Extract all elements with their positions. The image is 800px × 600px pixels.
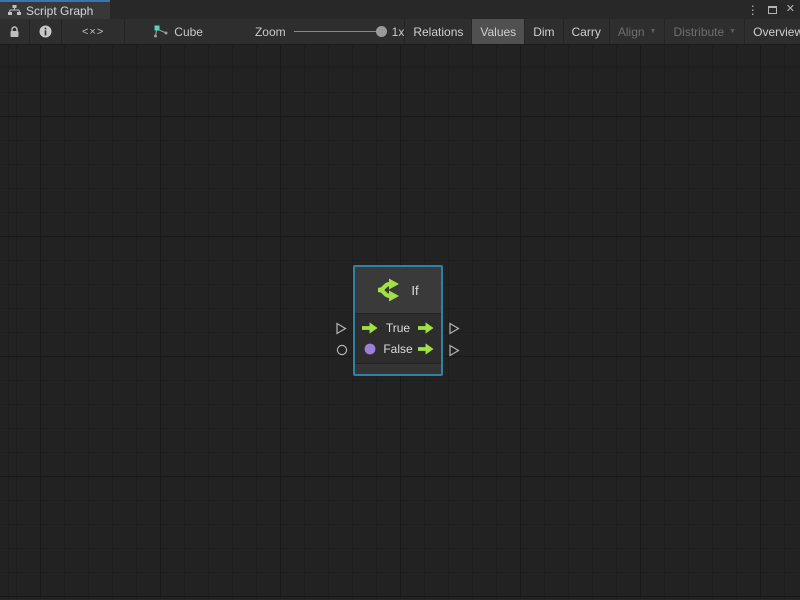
- zoom-slider-handle[interactable]: [376, 26, 387, 37]
- graph-target-label: Cube: [174, 25, 203, 39]
- chevron-down-icon: ▼: [650, 28, 657, 35]
- maximize-icon[interactable]: [768, 6, 777, 14]
- button-label: Overview: [753, 25, 800, 39]
- branch-icon: [377, 277, 402, 303]
- zoom-slider[interactable]: [294, 26, 384, 38]
- port-label-true: True: [378, 321, 418, 335]
- toolbar-button-carry[interactable]: Carry: [564, 19, 610, 44]
- toolbar-button-overview[interactable]: Overview: [745, 19, 800, 44]
- if-node-footer: [355, 363, 441, 374]
- lock-button[interactable]: [0, 19, 30, 44]
- close-icon[interactable]: ✕: [786, 4, 795, 15]
- lock-icon: [9, 26, 20, 38]
- button-label: Relations: [413, 25, 463, 39]
- script-graph-icon: [8, 5, 21, 16]
- tab-bar: Script Graph ⋮ ✕: [0, 0, 800, 19]
- toolbar-button-align: Align ▼: [610, 19, 666, 44]
- button-label: Dim: [533, 25, 554, 39]
- if-node-body: True False: [355, 314, 441, 363]
- info-icon: [39, 25, 52, 38]
- flow-out-arrow-icon[interactable]: [418, 322, 434, 334]
- toolbar-button-relations[interactable]: Relations: [405, 19, 472, 44]
- button-label: Align: [618, 25, 645, 39]
- node-title: If: [411, 283, 418, 298]
- toolbar-button-dim[interactable]: Dim: [525, 19, 563, 44]
- window-controls: ⋮ ✕: [747, 2, 795, 17]
- condition-value-port[interactable]: [336, 344, 348, 356]
- bool-value-dot-icon[interactable]: [362, 343, 378, 355]
- port-label-false: False: [378, 342, 418, 356]
- button-label: Carry: [572, 25, 601, 39]
- inspect-button[interactable]: [30, 19, 62, 44]
- menu-kebab-icon[interactable]: ⋮: [747, 4, 759, 16]
- edit-source-button[interactable]: <×>: [62, 19, 125, 44]
- chevron-down-icon: ▼: [729, 28, 736, 35]
- control-input-port[interactable]: [335, 322, 348, 335]
- button-label: Values: [480, 25, 516, 39]
- flow-out-arrow-icon[interactable]: [418, 343, 434, 355]
- toolbar-button-values[interactable]: Values: [472, 19, 525, 44]
- flow-in-arrow-icon[interactable]: [362, 322, 378, 334]
- if-node[interactable]: If True: [353, 265, 443, 376]
- graph-node-icon: [153, 25, 168, 38]
- zoom-slider-track: [294, 31, 384, 32]
- tab-title: Script Graph: [26, 4, 93, 18]
- code-brackets-icon: <×>: [82, 26, 104, 38]
- if-node-header: If: [355, 267, 441, 314]
- false-output-port[interactable]: [448, 344, 461, 357]
- if-node-container: If True: [353, 265, 443, 376]
- toolbar-middle: Cube Zoom 1x: [125, 19, 405, 44]
- toolbar-button-distribute: Distribute ▼: [665, 19, 745, 44]
- graph-canvas[interactable]: If True: [0, 45, 800, 599]
- zoom-control: Zoom 1x: [255, 25, 404, 39]
- zoom-label: Zoom: [255, 25, 286, 39]
- graph-toolbar: <×> Cube Zoom 1x Relations: [0, 19, 800, 45]
- tab-script-graph[interactable]: Script Graph: [0, 0, 110, 19]
- port-row-true: True: [355, 317, 441, 338]
- graph-target[interactable]: Cube: [153, 25, 203, 39]
- port-row-false: False: [355, 338, 441, 359]
- button-label: Distribute: [673, 25, 724, 39]
- true-output-port[interactable]: [448, 322, 461, 335]
- zoom-value: 1x: [392, 25, 405, 39]
